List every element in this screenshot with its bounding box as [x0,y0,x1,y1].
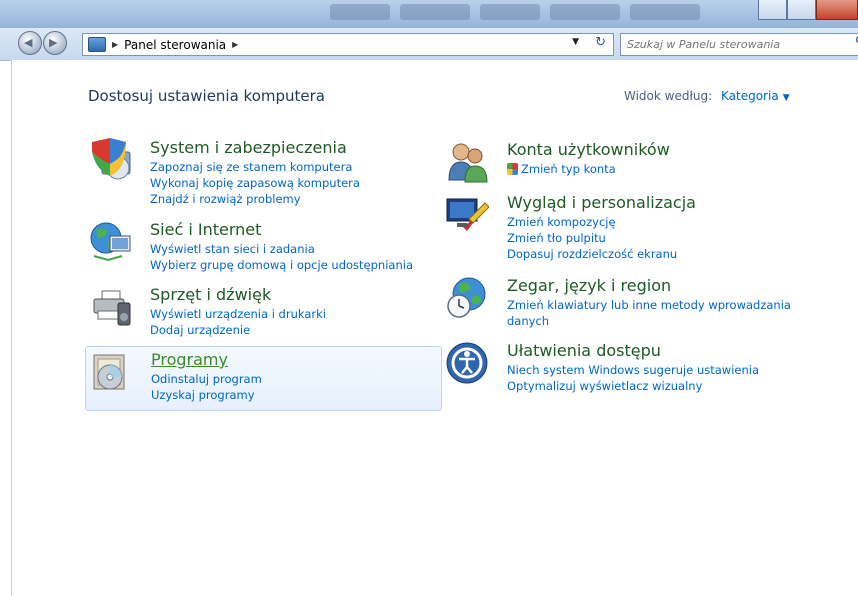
category-links: Niech system Windows sugeruje ustawienia… [507,362,759,394]
control-panel-content: Dostosuj ustawienia komputera Widok wedł… [11,60,858,596]
address-bar[interactable]: ▶ Panel sterowania ▶ ▼ ↻ [82,33,614,56]
category-title[interactable]: Programy [151,350,228,369]
task-link-label[interactable]: Zmień typ konta [521,162,616,176]
category-links: Zmień kompozycję Zmień tło pulpitu Dopas… [507,214,677,262]
view-by-dropdown[interactable]: Kategoria ▼ [721,89,790,103]
task-link[interactable]: Uzyskaj programy [151,387,262,403]
view-by-value[interactable]: Kategoria [721,89,779,103]
category-links: Odinstaluj program Uzyskaj programy [151,371,262,403]
task-link[interactable]: danych [507,313,791,329]
blurred-background [630,4,700,20]
address-dropdown-icon[interactable]: ▼ [572,37,579,47]
control-panel-icon [88,37,106,52]
task-link[interactable]: Odinstaluj program [151,371,262,387]
close-button[interactable] [816,0,858,20]
breadcrumb-control-panel[interactable]: Panel sterowania [124,38,226,52]
task-link[interactable]: Dopasuj rozdzielczość ekranu [507,246,677,262]
printer-speaker-icon[interactable] [88,285,132,329]
minimize-button[interactable] [758,0,787,20]
appearance-monitor-icon[interactable] [445,193,489,237]
clock-globe-icon[interactable] [445,276,489,320]
back-button[interactable]: ◀ [18,31,42,55]
back-arrow-icon: ◀ [24,36,33,49]
blurred-background [480,4,540,20]
task-link[interactable]: Wyświetl stan sieci i zadania [150,241,413,257]
category-title[interactable]: Ułatwienia dostępu [507,341,661,360]
category-user-accounts: Konta użytkowników Zmień typ konta [445,140,745,188]
task-link[interactable]: Wykonaj kopię zapasową komputera [150,175,360,191]
breadcrumb-separator-icon[interactable]: ▶ [232,40,238,49]
users-icon[interactable] [445,140,489,184]
shield-computer-icon[interactable] [88,138,132,182]
task-link[interactable]: Niech system Windows sugeruje ustawienia [507,362,759,378]
window-title-bar [0,0,858,28]
accessibility-icon[interactable] [445,341,489,385]
category-ease-of-access: Ułatwienia dostępu Niech system Windows … [445,341,775,393]
blurred-background [400,4,470,20]
breadcrumb-separator-icon: ▶ [112,40,119,49]
task-link[interactable]: Dodaj urządzenie [150,322,326,338]
task-link[interactable]: Optymalizuj wyświetlacz wizualny [507,378,759,394]
category-title[interactable]: Sprzęt i dźwięk [150,285,271,304]
task-link[interactable]: Zapoznaj się ze stanem komputera [150,159,360,175]
forward-button[interactable]: ▶ [43,31,67,55]
task-link[interactable]: Zmień tło pulpitu [507,230,677,246]
category-title[interactable]: Wygląd i personalizacja [507,193,696,212]
refresh-icon[interactable]: ↻ [595,35,606,50]
category-appearance: Wygląd i personalizacja Zmień kompozycję… [445,193,745,261]
category-title[interactable]: Sieć i Internet [150,220,261,239]
page-title: Dostosuj ustawienia komputera [88,87,325,105]
category-programs[interactable]: Programy Odinstaluj program Uzyskaj prog… [85,346,442,411]
task-link[interactable]: Zmień klawiatury lub inne metody wprowad… [507,297,791,313]
uac-shield-icon [507,163,518,175]
task-link[interactable]: Znajdź i rozwiąż problemy [150,191,360,207]
view-by-label: Widok według: [624,89,713,103]
task-link[interactable]: Zmień typ konta [507,161,616,177]
category-title[interactable]: Zegar, język i region [507,276,671,295]
category-title[interactable]: System i zabezpieczenia [150,138,347,157]
network-globe-icon[interactable] [88,220,132,264]
category-links: Zapoznaj się ze stanem komputera Wykonaj… [150,159,360,207]
category-hardware-sound: Sprzęt i dźwięk Wyświetl urządzenia i dr… [88,285,418,337]
blurred-background [550,4,620,20]
category-system-security: System i zabezpieczenia Zapoznaj się ze … [88,138,418,206]
dropdown-arrow-icon[interactable]: ▼ [783,93,790,103]
category-title[interactable]: Konta użytkowników [507,140,670,159]
category-clock-language-region: Zegar, język i region Zmień klawiatury l… [445,276,791,330]
task-link[interactable]: Zmień kompozycję [507,214,677,230]
programs-disc-icon[interactable] [90,351,134,395]
task-link[interactable]: Wyświetl urządzenia i drukarki [150,306,326,322]
blurred-background [330,4,390,20]
forward-arrow-icon: ▶ [49,36,58,49]
navigation-bar: ◀ ▶ ▶ Panel sterowania ▶ ▼ ↻ ⚲ [0,28,858,61]
task-link[interactable]: Wybierz grupę domową i opcje udostępnian… [150,257,413,273]
window-controls [758,0,858,20]
category-links: Wyświetl urządzenia i drukarki Dodaj urz… [150,306,326,338]
category-links: Zmień klawiatury lub inne metody wprowad… [507,297,791,329]
category-network-internet: Sieć i Internet Wyświetl stan sieci i za… [88,220,428,272]
search-box[interactable]: ⚲ [620,33,858,56]
category-links: Zmień typ konta [507,161,616,177]
search-input[interactable] [625,37,829,52]
maximize-button[interactable] [787,0,816,20]
category-links: Wyświetl stan sieci i zadania Wybierz gr… [150,241,413,273]
